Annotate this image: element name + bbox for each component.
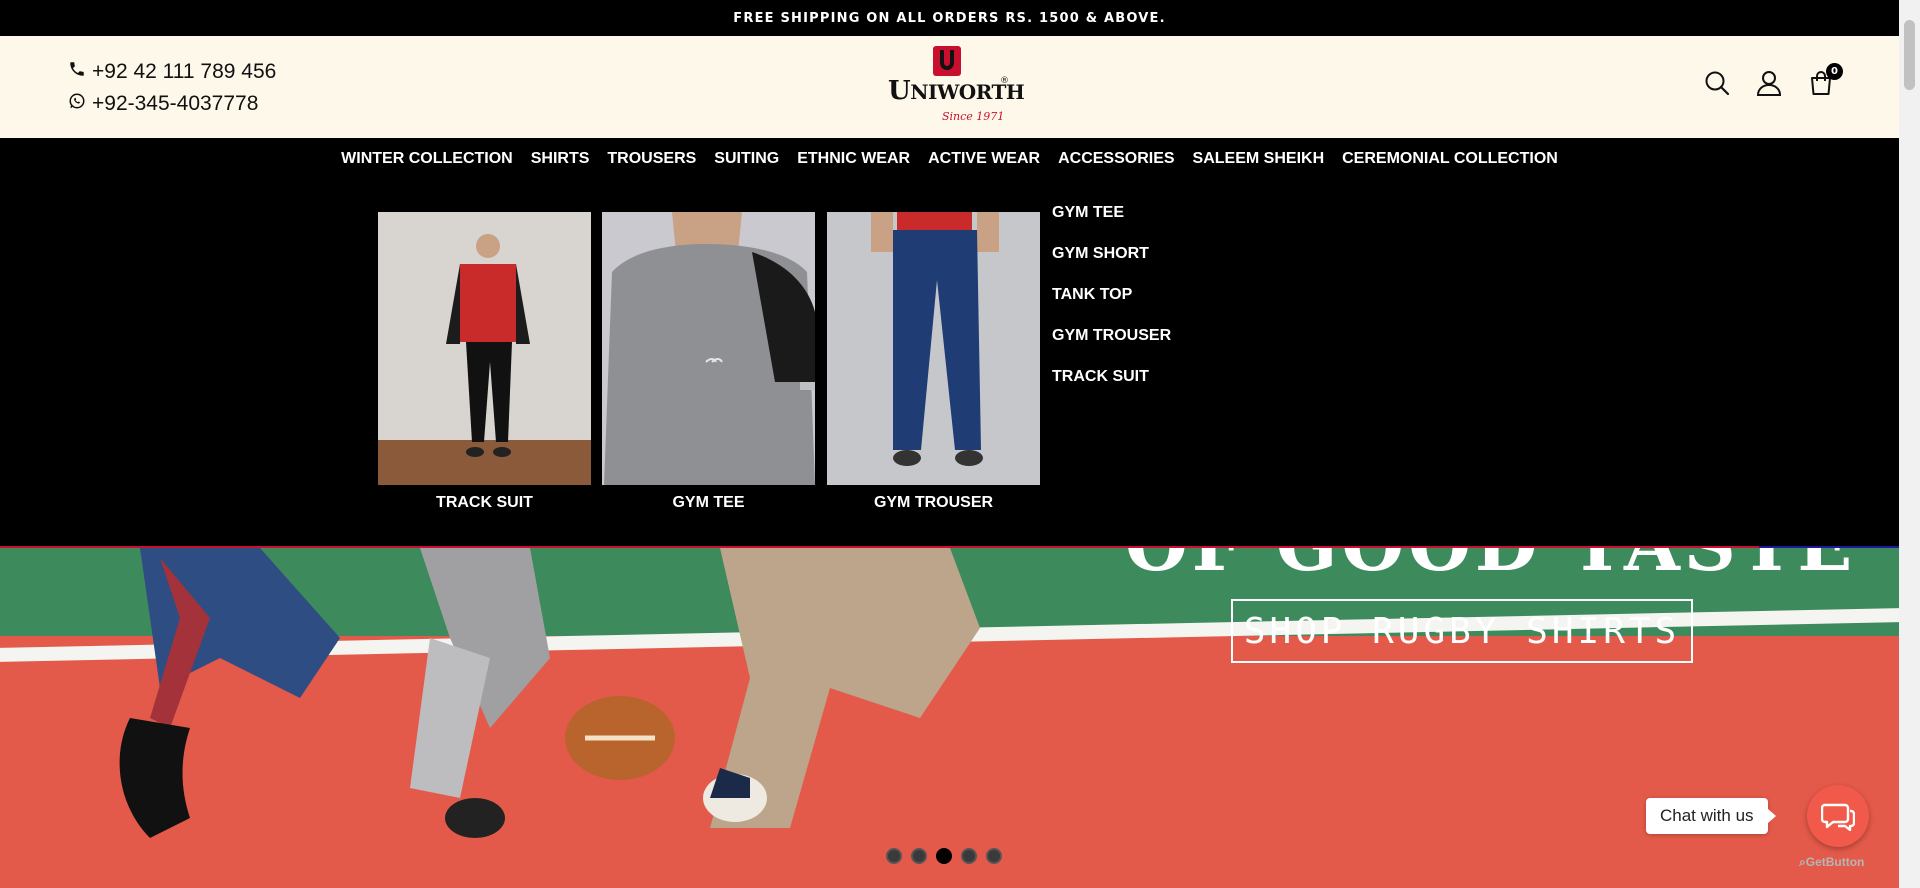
nav-item-shirts[interactable]: SHIRTS [522, 150, 599, 168]
logo-since: Since 1971 [942, 110, 1005, 123]
site-logo[interactable]: UNIWORTH ® Since 1971 [884, 46, 1025, 128]
phone-number: +92 42 111 789 456 [92, 60, 277, 83]
cart-button[interactable]: 0 [1807, 63, 1843, 97]
account-button[interactable] [1755, 69, 1783, 97]
chat-icon [1821, 803, 1855, 831]
gym-tee-image[interactable] [602, 212, 815, 485]
nav-item-accessories[interactable]: ACCESSORIES [1049, 150, 1183, 168]
header-actions: 0 [1703, 63, 1843, 97]
u-mark-icon [933, 46, 961, 76]
cart-count-badge: 0 [1826, 63, 1843, 80]
site-header: +92 42 111 789 456 +92-345-4037778 UNIWO… [0, 36, 1899, 138]
mega-link-gym-short[interactable]: GYM SHORT [1052, 245, 1171, 286]
page: FREE SHIPPING ON ALL ORDERS RS. 1500 & A… [0, 0, 1920, 888]
registered-mark: ® [1000, 76, 1009, 86]
nav-item-active-wear[interactable]: ACTIVE WEAR [919, 150, 1049, 168]
whatsapp-contact[interactable]: +92-345-4037778 [68, 88, 276, 120]
hero-photo [119, 548, 980, 838]
mega-link-track-suit[interactable]: TRACK SUIT [1052, 368, 1171, 409]
main-navigation: WINTER COLLECTION SHIRTS TROUSERS SUITIN… [0, 138, 1899, 180]
nav-item-suiting[interactable]: SUITING [705, 150, 788, 168]
mega-link-gym-trouser[interactable]: GYM TROUSER [1052, 327, 1171, 368]
shop-rugby-shirts-button[interactable]: SHOP RUGBY SHIRTS [1231, 599, 1693, 663]
hero-banner[interactable]: OF GOOD TASTE SHOP RUGBY SHIRTS [0, 548, 1899, 888]
whatsapp-icon [68, 92, 86, 116]
search-icon [1705, 71, 1730, 96]
gym-trouser-image[interactable] [827, 212, 1040, 485]
chat-label[interactable]: Chat with us [1646, 798, 1776, 834]
scrollbar-thumb[interactable] [1904, 20, 1915, 90]
slider-dot[interactable] [886, 848, 902, 864]
hero-headline: OF GOOD TASTE [1125, 548, 1856, 587]
active-wear-mega-menu: TRACK SUIT GYM TEE GYM TROUSER GYM TEE G… [0, 180, 1899, 548]
slider-pagination [886, 848, 1002, 864]
mega-card-gym-tee[interactable]: GYM TEE [602, 212, 815, 512]
slider-dot-active[interactable] [936, 848, 952, 864]
mega-card-caption[interactable]: GYM TEE [602, 494, 815, 512]
nav-item-ceremonial-collection[interactable]: CEREMONIAL COLLECTION [1333, 150, 1567, 168]
phone-icon [68, 60, 86, 84]
mega-card-caption[interactable]: TRACK SUIT [378, 494, 591, 512]
nav-item-saleem-sheikh[interactable]: SALEEM SHEIKH [1184, 150, 1334, 168]
mega-link-gym-tee[interactable]: GYM TEE [1052, 204, 1171, 245]
nav-item-winter-collection[interactable]: WINTER COLLECTION [332, 150, 522, 168]
mega-link-tank-top[interactable]: TANK TOP [1052, 286, 1171, 327]
page-scrollbar[interactable] [1899, 0, 1920, 888]
mega-card-gym-trouser[interactable]: GYM TROUSER [827, 212, 1040, 512]
track-suit-image[interactable] [378, 212, 591, 485]
mega-card-track-suit[interactable]: TRACK SUIT [378, 212, 591, 512]
whatsapp-number: +92-345-4037778 [92, 92, 259, 115]
search-button[interactable] [1703, 69, 1731, 97]
chat-button[interactable] [1807, 785, 1869, 847]
getbutton-branding[interactable]: ⌕GetButton [1799, 855, 1864, 870]
slider-dot[interactable] [961, 848, 977, 864]
active-wear-links: GYM TEE GYM SHORT TANK TOP GYM TROUSER T… [1052, 204, 1171, 409]
mega-card-caption[interactable]: GYM TROUSER [827, 494, 1040, 512]
phone-contact[interactable]: +92 42 111 789 456 [68, 56, 276, 88]
contact-info: +92 42 111 789 456 +92-345-4037778 [68, 56, 276, 120]
user-icon [1756, 71, 1782, 96]
nav-item-trousers[interactable]: TROUSERS [598, 150, 705, 168]
slider-dot[interactable] [986, 848, 1002, 864]
slider-dot[interactable] [911, 848, 927, 864]
announcement-bar: FREE SHIPPING ON ALL ORDERS RS. 1500 & A… [0, 0, 1899, 36]
nav-item-ethnic-wear[interactable]: ETHNIC WEAR [788, 150, 919, 168]
announcement-text: FREE SHIPPING ON ALL ORDERS RS. 1500 & A… [733, 10, 1166, 26]
